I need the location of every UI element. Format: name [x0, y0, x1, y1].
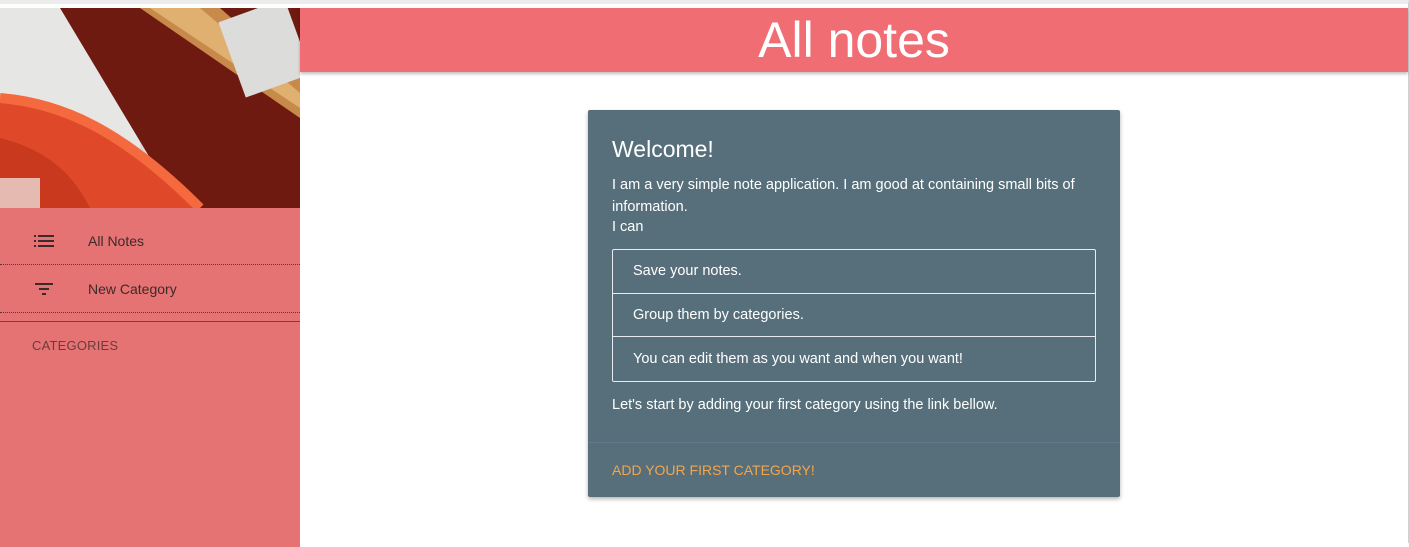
app-header: All notes: [300, 8, 1408, 72]
list-item: Save your notes.: [613, 250, 1095, 294]
feature-list: Save your notes. Group them by categorie…: [612, 249, 1096, 382]
card-title: Welcome!: [612, 136, 714, 162]
page-title: All notes: [758, 12, 950, 68]
sidebar: All Notes New Category CATEGORIES: [0, 8, 300, 547]
app-window: All Notes New Category CATEGORIES All no…: [0, 0, 1409, 547]
card-ican-text: I can: [612, 219, 644, 235]
sidebar-item-new-category[interactable]: New Category: [0, 265, 300, 313]
list-item: Group them by categories.: [613, 294, 1095, 337]
sidebar-divider: [0, 321, 300, 322]
sidebar-item-label: New Category: [88, 280, 177, 297]
categories-header: CATEGORIES: [32, 338, 119, 353]
sidebar-item-label: All Notes: [88, 232, 145, 249]
sidebar-item-all-notes[interactable]: All Notes: [0, 217, 300, 265]
list-item: You can edit them as you want and when y…: [633, 350, 963, 367]
card-outro-text: Let's start by adding your first categor…: [612, 397, 998, 413]
list-icon: [0, 234, 88, 248]
card-action-area: ADD YOUR FIRST CATEGORY!: [588, 442, 1120, 497]
filter-icon: [0, 282, 88, 296]
add-first-category-link[interactable]: ADD YOUR FIRST CATEGORY!: [612, 462, 815, 478]
card-intro-text: I am a very simple note application. I a…: [612, 177, 1075, 215]
sidebar-hero-image: [0, 8, 300, 208]
welcome-card: Welcome! I am a very simple note applica…: [588, 110, 1120, 497]
